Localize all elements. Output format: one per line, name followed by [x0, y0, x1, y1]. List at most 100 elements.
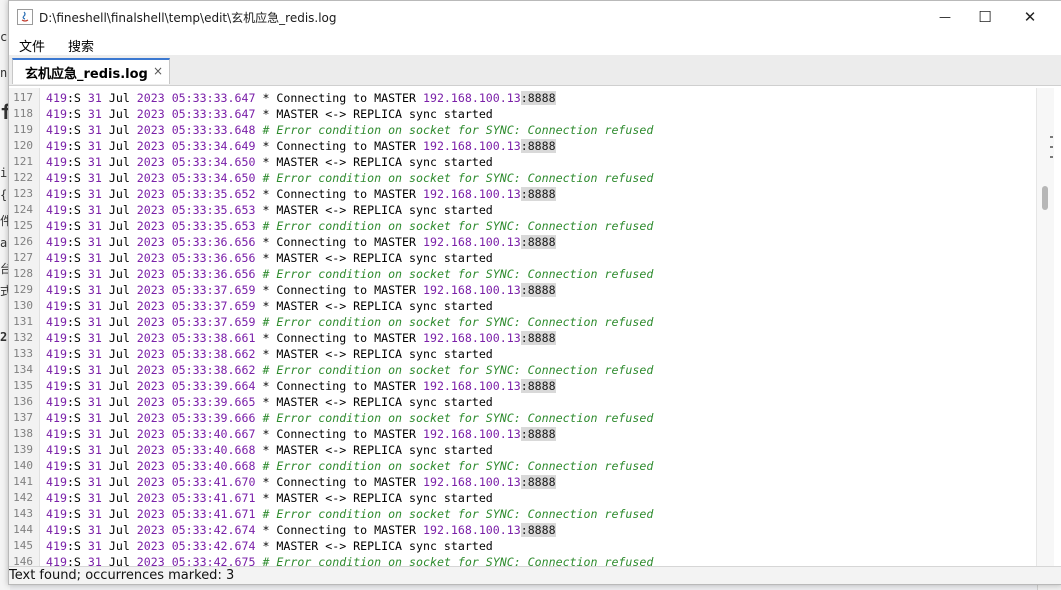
line-number: 144: [13, 523, 33, 536]
tab-redis-log[interactable]: 玄机应急_redis.log ×: [12, 58, 170, 84]
log-space: [165, 171, 172, 185]
log-pid: 419: [46, 347, 67, 361]
log-error-message: # Error condition on socket for SYNC: Co…: [262, 363, 654, 377]
log-lines: 117 419:S 31 Jul 2023 05:33:33.647 * Conn…: [9, 90, 1036, 566]
line-number: 141: [13, 475, 33, 488]
maximize-icon: ☐: [978, 8, 992, 26]
log-line: 146 419:S 31 Jul 2023 05:33:42.675 # Erro…: [9, 554, 1036, 566]
log-port-highlight: :8888: [520, 475, 556, 489]
log-line: 129 419:S 31 Jul 2023 05:33:37.659 * Conn…: [9, 282, 1036, 298]
log-ip: 192.168.100.13: [422, 523, 521, 537]
search-occurrence-marker[interactable]: [1050, 156, 1053, 158]
log-line-text: 419:S 31 Jul 2023 05:33:37.659 # Error c…: [46, 314, 653, 330]
log-role: :S: [66, 91, 88, 105]
log-line: 127 419:S 31 Jul 2023 05:33:36.656 * MAST…: [9, 250, 1036, 266]
log-message: * Connecting to MASTER: [262, 283, 423, 297]
log-ip: 192.168.100.13: [422, 475, 521, 489]
log-day: 31: [87, 507, 102, 521]
log-year: 2023: [136, 235, 165, 249]
log-space: [165, 395, 172, 409]
log-time: 05:33:37.659: [171, 315, 256, 329]
menu-search[interactable]: 搜索: [68, 36, 94, 55]
line-number: 117: [13, 91, 33, 104]
scrollbar-thumb[interactable]: [1042, 186, 1048, 210]
log-time: 05:33:36.656: [171, 251, 256, 265]
log-day: 31: [87, 459, 102, 473]
log-day: 31: [87, 267, 102, 281]
log-time: 05:33:41.671: [171, 491, 256, 505]
log-time: 05:33:34.650: [171, 171, 256, 185]
menu-file[interactable]: 文件: [19, 36, 45, 55]
log-year: 2023: [136, 395, 165, 409]
bg-char: n: [0, 66, 8, 80]
log-space: [165, 523, 172, 537]
line-number: 131: [13, 315, 33, 328]
title-bar[interactable]: D:\fineshell\finalshell\temp\edit\玄机应急_r…: [9, 1, 1061, 33]
log-day: 31: [87, 475, 102, 489]
log-role: :S: [66, 539, 88, 553]
log-space: [165, 363, 172, 377]
log-time: 05:33:40.667: [171, 427, 256, 441]
log-day: 31: [87, 283, 102, 297]
log-line: 121 419:S 31 Jul 2023 05:33:34.650 * MAST…: [9, 154, 1036, 170]
log-day: 31: [87, 187, 102, 201]
log-day: 31: [87, 123, 102, 137]
log-month: Jul: [101, 123, 137, 137]
log-role: :S: [66, 459, 88, 473]
log-year: 2023: [136, 459, 165, 473]
log-time: 05:33:36.656: [171, 267, 256, 281]
log-line-text: 419:S 31 Jul 2023 05:33:37.659 * MASTER …: [46, 298, 493, 314]
log-pid: 419: [46, 299, 67, 313]
text-editor[interactable]: 117 419:S 31 Jul 2023 05:33:33.647 * Conn…: [9, 88, 1036, 566]
log-line: 131 419:S 31 Jul 2023 05:33:37.659 # Erro…: [9, 314, 1036, 330]
log-message: * MASTER <-> REPLICA sync started: [262, 155, 493, 169]
log-line: 140 419:S 31 Jul 2023 05:33:40.668 # Erro…: [9, 458, 1036, 474]
vertical-scrollbar[interactable]: [1036, 88, 1054, 566]
log-time: 05:33:38.662: [171, 363, 256, 377]
log-month: Jul: [101, 235, 137, 249]
log-month: Jul: [101, 523, 137, 537]
line-number: 139: [13, 443, 33, 456]
tab-close-icon[interactable]: ×: [153, 64, 163, 78]
log-role: :S: [66, 491, 88, 505]
log-time: 05:33:33.648: [171, 123, 256, 137]
log-time: 05:33:42.674: [171, 523, 256, 537]
bg-char: a: [0, 236, 8, 250]
log-space: [165, 475, 172, 489]
log-space: [165, 139, 172, 153]
log-day: 31: [87, 251, 102, 265]
line-number: 130: [13, 299, 33, 312]
log-pid: 419: [46, 171, 67, 185]
log-month: Jul: [101, 91, 137, 105]
log-day: 31: [87, 539, 102, 553]
log-line: 143 419:S 31 Jul 2023 05:33:41.671 # Erro…: [9, 506, 1036, 522]
line-number: 142: [13, 491, 33, 504]
log-space: [165, 91, 172, 105]
close-button[interactable]: ✕: [1007, 1, 1053, 33]
log-month: Jul: [101, 251, 137, 265]
log-message: * MASTER <-> REPLICA sync started: [262, 347, 493, 361]
log-pid: 419: [46, 203, 67, 217]
maximize-button[interactable]: ☐: [962, 1, 1008, 33]
log-pid: 419: [46, 411, 67, 425]
log-day: 31: [87, 555, 102, 566]
log-role: :S: [66, 411, 88, 425]
log-role: :S: [66, 299, 88, 313]
log-role: :S: [66, 379, 88, 393]
log-line-text: 419:S 31 Jul 2023 05:33:42.674 * MASTER …: [46, 538, 493, 554]
bg-char: i: [0, 166, 8, 180]
log-pid: 419: [46, 219, 67, 233]
log-ip: 192.168.100.13: [422, 139, 521, 153]
log-space: [165, 459, 172, 473]
log-space: [165, 427, 172, 441]
log-month: Jul: [101, 555, 137, 566]
tab-label: 玄机应急_redis.log: [25, 67, 148, 82]
log-year: 2023: [136, 427, 165, 441]
log-port-highlight: :8888: [520, 187, 556, 201]
search-occurrence-marker[interactable]: [1050, 136, 1053, 138]
log-space: [165, 187, 172, 201]
java-app-icon: [17, 9, 33, 25]
log-month: Jul: [101, 395, 137, 409]
log-message: * MASTER <-> REPLICA sync started: [262, 107, 493, 121]
search-occurrence-marker[interactable]: [1050, 146, 1053, 148]
